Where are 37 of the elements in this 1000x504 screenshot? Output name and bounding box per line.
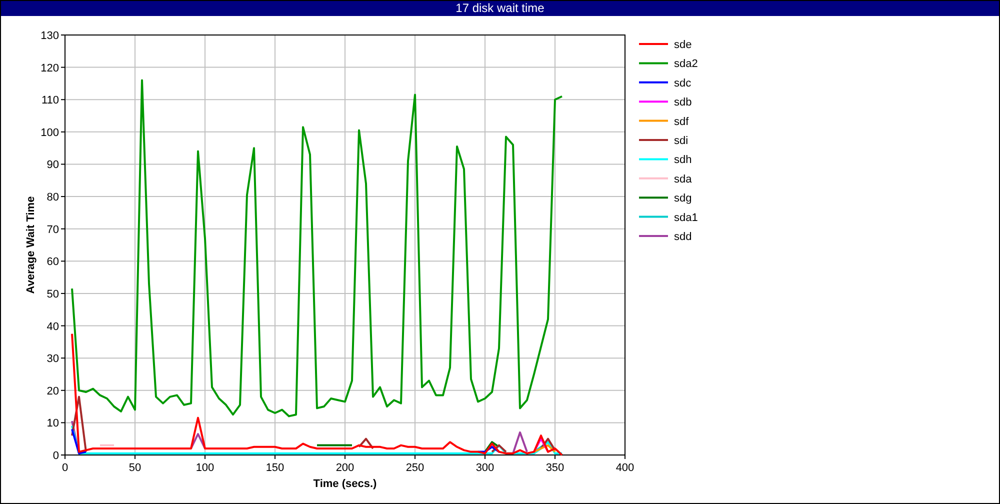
x-tick-label: 350 (546, 462, 564, 474)
y-tick-label: 80 (46, 192, 59, 204)
x-tick-label: 100 (196, 462, 214, 474)
x-tick-label: 150 (266, 462, 284, 474)
y-tick-label: 40 (46, 320, 59, 333)
x-tick-label: 300 (476, 462, 494, 474)
y-tick-label: 10 (46, 418, 59, 430)
legend-label: sdi (674, 135, 688, 147)
y-tick-label: 50 (46, 288, 59, 300)
y-tick-label: 70 (46, 224, 59, 236)
x-tick-label: 250 (406, 462, 424, 474)
y-axis-title: Average Wait Time (25, 196, 37, 294)
y-tick-label: 100 (40, 126, 59, 139)
x-axis-title: Time (secs.) (313, 478, 377, 490)
y-tick-label: 120 (40, 62, 59, 74)
legend-label: sdc (674, 77, 692, 90)
y-tick-label: 60 (46, 256, 59, 268)
y-tick-label: 90 (46, 159, 59, 172)
legend-label: sdh (674, 154, 692, 166)
legend-label: sdb (674, 96, 692, 109)
legend-label: sda1 (674, 212, 698, 224)
y-tick-label: 110 (41, 94, 59, 107)
legend-label: sde (674, 39, 692, 51)
y-tick-label: 130 (40, 30, 59, 42)
y-tick-label: 30 (46, 353, 59, 366)
y-tick-label: 20 (46, 385, 59, 398)
x-tick-label: 0 (62, 462, 68, 474)
chart-title: 17 disk wait time (1, 1, 999, 16)
x-tick-label: 200 (336, 462, 354, 474)
legend-label: sdd (674, 231, 692, 243)
legend-label: sda2 (674, 58, 698, 70)
x-tick-label: 50 (128, 462, 142, 474)
x-tick-label: 400 (616, 462, 634, 474)
legend-label: sdg (674, 192, 692, 205)
legend-label: sdf (674, 116, 689, 128)
y-tick-label: 0 (52, 450, 59, 462)
legend-label: sda (674, 173, 692, 186)
